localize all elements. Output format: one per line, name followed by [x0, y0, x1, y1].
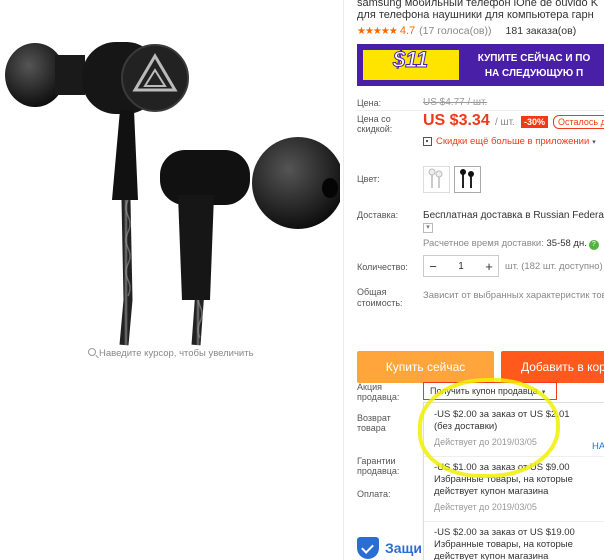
get-coupon-link[interactable]: НАЙТ [592, 441, 604, 453]
banner-line1: КУПИТЕ СЕЙЧАС И ПО [477, 53, 591, 64]
qr-code-icon [423, 137, 432, 146]
color-swatch-black[interactable] [454, 166, 481, 193]
quantity-stepper: − 1 + [423, 255, 499, 277]
increase-button[interactable]: + [480, 259, 498, 274]
coupon-validity: Действует до 2019/03/05 [434, 502, 537, 512]
banner-line2: НА СЛЕДУЮЩУЮ П [484, 68, 584, 79]
price-unit: / шт. [495, 117, 515, 128]
return-label-2: товара [357, 423, 386, 433]
price-label: Цена: [357, 98, 382, 108]
quantity-label: Количество: [357, 262, 408, 272]
rating-value: 4.7 [399, 25, 416, 37]
add-to-cart-button[interactable]: Добавить в корзи [501, 351, 604, 383]
rating-row: ★★★★★ 4.7 (17 голоса(ов)) 181 заказа(ов) [357, 25, 576, 37]
stock-note: шт. (182 шт. доступно) [505, 261, 603, 272]
zoom-hint-text: Наведите курсор, чтобы увеличить [99, 348, 254, 359]
old-price: US $4.77 / шт. [423, 97, 488, 108]
divider [357, 110, 604, 111]
rating-stars-icon: ★★★★★ [357, 25, 398, 37]
chevron-down-icon[interactable]: ▾ [423, 223, 433, 233]
decrease-button[interactable]: − [424, 259, 442, 274]
promo-label-2: продавца: [357, 392, 400, 402]
quantity-input[interactable]: 1 [442, 261, 480, 272]
color-swatch-white[interactable] [423, 166, 450, 193]
highlight-circle-annotation [418, 378, 560, 478]
zoom-hint: Наведите курсор, чтобы увеличить [88, 348, 254, 359]
banner-badge: $11 [392, 47, 429, 73]
eta-label: Расчетное время доставки: [423, 238, 544, 249]
orders-count: 181 заказа(ов) [505, 25, 577, 37]
product-title-line2: для телефона наушники для компьютера гар… [357, 9, 594, 21]
divider [343, 0, 344, 560]
buyer-protection[interactable]: Защи [357, 537, 422, 559]
chevron-down-icon: ▾ [592, 138, 596, 146]
payment-label: Оплата: [357, 489, 391, 499]
buyer-protection-label: Защи [385, 540, 422, 556]
shield-icon [357, 537, 379, 559]
discount-price-label-2: скидкой: [357, 124, 393, 134]
shipping-method[interactable]: Бесплатная доставка в Russian Federatio [423, 210, 604, 221]
total-label-2: стоимость: [357, 298, 403, 308]
magnifier-icon [88, 348, 96, 356]
coupon-condition: действует купон магазина [434, 486, 549, 497]
app-discount-link[interactable]: Скидки ещё больше в приложении ▾ [423, 136, 596, 147]
info-icon[interactable]: ? [588, 240, 599, 250]
product-gallery: Наведите курсор, чтобы увеличить [0, 0, 342, 560]
color-label: Цвет: [357, 174, 380, 184]
coupon-condition: Избранные товары, на которые [434, 539, 573, 550]
votes-link[interactable]: (17 голоса(ов)) [419, 25, 491, 37]
coupon-condition: действует купон магазина [434, 551, 549, 560]
discount-badge: -30% [521, 116, 549, 128]
coupon-amount: -US $2.00 за заказ от US $19.00 [434, 527, 575, 538]
promo-banner[interactable]: $11 КУПИТЕ СЕЙЧАС И ПО НА СЛЕДУЮЩУЮ П [357, 44, 604, 86]
shipping-label: Доставка: [357, 210, 399, 220]
coupon-item[interactable]: -US $2.00 за заказ от US $19.00 Избранны… [434, 527, 604, 560]
divider [424, 521, 604, 522]
current-price: US $3.34 [423, 112, 490, 129]
total-label-1: Общая [357, 287, 387, 297]
total-note: Зависит от выбранных характеристик товар [423, 290, 604, 301]
product-image[interactable] [0, 0, 340, 360]
time-remaining-badge: Осталось д [553, 115, 604, 129]
guarantee-label-2: продавца: [357, 466, 400, 476]
app-discount-text: Скидки ещё больше в приложении [436, 136, 590, 147]
eta-value: 35-58 дн. [546, 238, 587, 249]
delivery-estimate: Расчетное время доставки: 35-58 дн.? [423, 238, 599, 250]
